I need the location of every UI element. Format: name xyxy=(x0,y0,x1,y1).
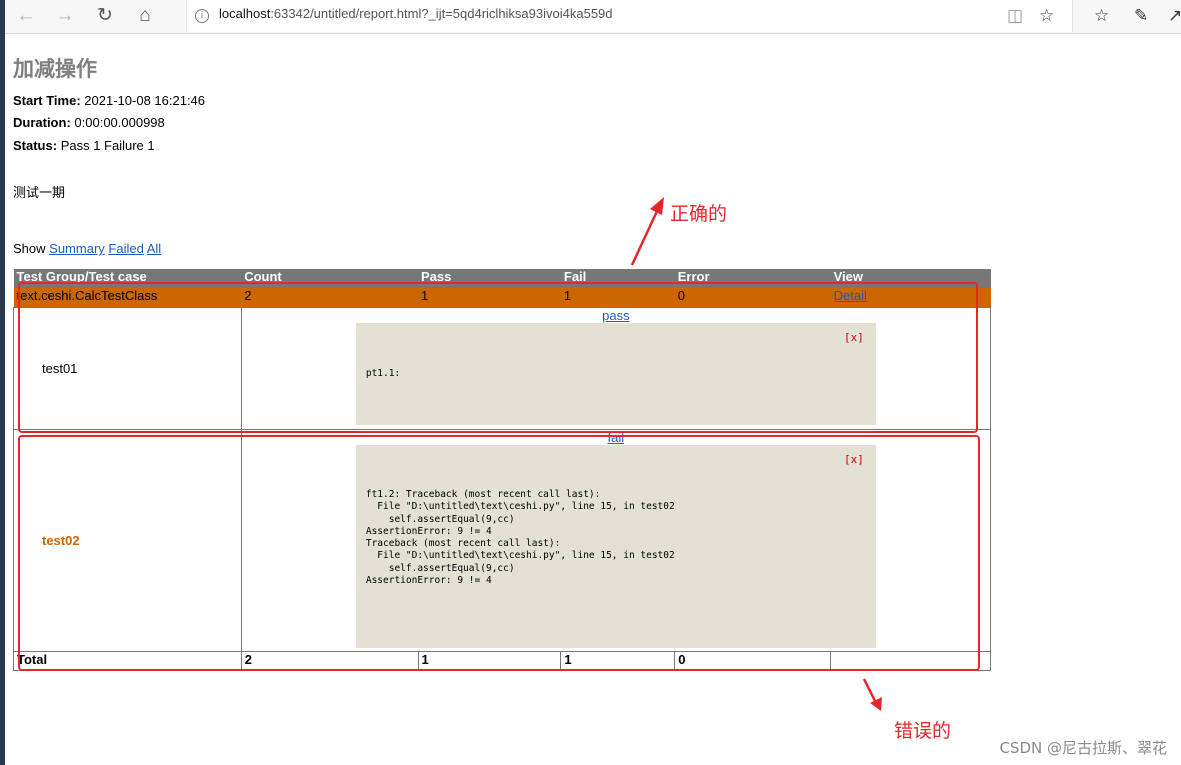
address-bar[interactable]: i localhost:63342/untitled/report.html?_… xyxy=(186,0,1073,32)
reading-view-icon[interactable]: ◫ xyxy=(1007,5,1023,27)
refresh-icon[interactable]: ↻ xyxy=(92,4,118,28)
report-title: 加减操作 xyxy=(13,58,97,81)
annotation-correct-label: 正确的 xyxy=(670,203,728,225)
browser-toolbar: ← → ↻ ⌂ i localhost:63342/untitled/repor… xyxy=(5,0,1181,34)
annotation-box-correct xyxy=(18,282,978,433)
watermark: CSDN @尼古拉斯、翠花 xyxy=(999,739,1167,757)
annotation-wrong-label: 错误的 xyxy=(894,720,952,742)
desktop-edge xyxy=(0,0,5,765)
start-time-line: Start Time: 2021-10-08 16:21:46 xyxy=(13,93,205,108)
url-text[interactable]: localhost:63342/untitled/report.html?_ij… xyxy=(219,6,613,21)
show-label: Show xyxy=(13,241,46,256)
pen-icon[interactable]: ✎ xyxy=(1134,5,1148,27)
favorites-list-icon[interactable]: ☆ xyxy=(1094,5,1109,27)
start-time-label: Start Time: xyxy=(13,93,81,108)
start-time-value: 2021-10-08 16:21:46 xyxy=(84,93,206,108)
share-icon[interactable]: ↗ xyxy=(1168,5,1181,27)
annotation-arrow-down-icon xyxy=(862,678,882,711)
status-line: Status: Pass 1 Failure 1 xyxy=(13,138,155,153)
show-summary-link[interactable]: Summary xyxy=(49,241,105,256)
annotation-arrow-up-icon xyxy=(630,197,664,266)
home-icon[interactable]: ⌂ xyxy=(132,4,158,28)
duration-line: Duration: 0:00:00.000998 xyxy=(13,115,165,130)
status-value: Pass 1 Failure 1 xyxy=(60,138,155,153)
duration-value: 0:00:00.000998 xyxy=(74,115,165,130)
site-info-icon[interactable]: i xyxy=(195,9,209,23)
favorite-star-icon[interactable]: ☆ xyxy=(1039,5,1054,27)
show-failed-link[interactable]: Failed xyxy=(108,241,143,256)
status-label: Status: xyxy=(13,138,58,153)
back-icon[interactable]: ← xyxy=(13,4,39,28)
annotation-box-wrong xyxy=(18,435,980,671)
show-filter: Show Summary Failed All xyxy=(13,241,161,256)
show-all-link[interactable]: All xyxy=(147,241,161,256)
report-description: 测试一期 xyxy=(13,185,66,200)
forward-icon[interactable]: → xyxy=(52,4,78,28)
duration-label: Duration: xyxy=(13,115,71,130)
